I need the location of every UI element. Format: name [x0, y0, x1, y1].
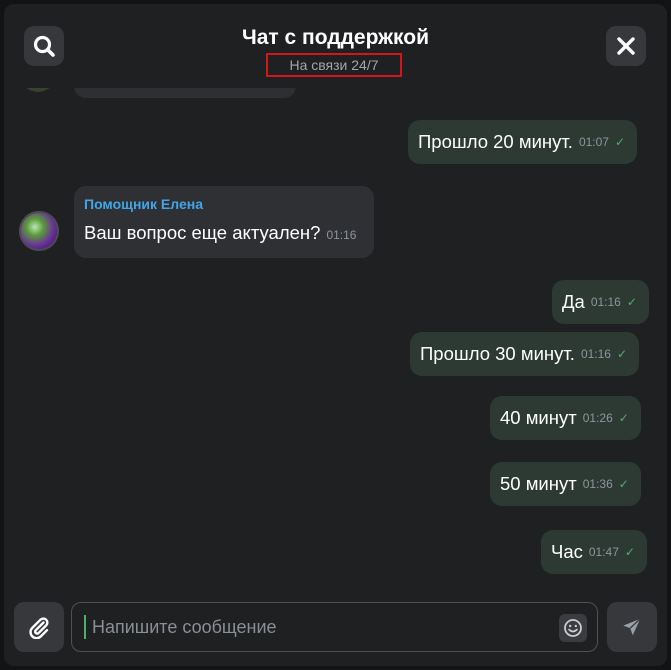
message-bubble-outgoing[interactable]: Да 01:16 ✓	[552, 280, 649, 324]
chat-window: Прошло 20 минут. 01:07 ✓ Помощник Елена …	[4, 4, 667, 666]
message-time: 01:07	[578, 135, 609, 149]
paperclip-icon	[29, 617, 49, 639]
status-subtitle: На связи 24/7	[289, 57, 379, 73]
avatar[interactable]	[19, 211, 59, 251]
read-check-icon: ✓	[624, 545, 635, 559]
message-text: Да	[562, 291, 585, 312]
message-text: Прошло 30 минут.	[420, 343, 575, 364]
message-time: 01:26	[582, 411, 613, 425]
message-bubble-outgoing[interactable]: Прошло 20 минут. 01:07 ✓	[408, 120, 638, 164]
send-icon	[623, 618, 641, 636]
status-highlight: На связи 24/7	[266, 53, 402, 77]
read-check-icon: ✓	[616, 347, 628, 361]
message-time: 01:47	[588, 545, 619, 559]
message-bubble-outgoing[interactable]: Час 01:47 ✓	[541, 530, 647, 574]
read-check-icon: ✓	[618, 411, 629, 425]
message-time: 01:16	[590, 295, 621, 309]
message-text: Прошло 20 минут.	[418, 131, 573, 152]
message-text: Ваш вопрос еще актуален?	[84, 222, 321, 243]
read-check-icon: ✓	[626, 295, 637, 309]
message-text: 40 минут	[500, 407, 577, 428]
emoji-icon	[564, 619, 582, 637]
chat-header: Чат с поддержкой На связи 24/7	[4, 4, 667, 88]
message-bubble-outgoing[interactable]: Прошло 30 минут. 01:16 ✓	[410, 332, 640, 376]
message-bubble-incoming[interactable]: Помощник Елена Ваш вопрос еще актуален? …	[74, 186, 374, 258]
sender-name[interactable]: Помощник Елена	[84, 196, 362, 212]
close-button[interactable]	[606, 26, 646, 66]
attach-button[interactable]	[14, 602, 64, 652]
read-check-icon: ✓	[614, 135, 626, 149]
close-icon	[617, 37, 635, 55]
emoji-button[interactable]	[559, 614, 587, 642]
message-text: 50 минут	[500, 473, 577, 494]
message-bubble-outgoing[interactable]: 40 минут 01:26 ✓	[490, 396, 641, 440]
message-time: 01:16	[580, 347, 611, 361]
composer	[4, 596, 667, 666]
message-time: 01:16	[326, 228, 357, 242]
message-field[interactable]	[71, 602, 598, 652]
message-text: Час	[551, 541, 583, 562]
message-input[interactable]	[84, 615, 544, 639]
read-check-icon: ✓	[618, 477, 629, 491]
message-time: 01:36	[582, 477, 613, 491]
message-bubble-outgoing[interactable]: 50 минут 01:36 ✓	[490, 462, 641, 506]
send-button[interactable]	[607, 602, 657, 652]
page-title: Чат с поддержкой	[241, 26, 430, 49]
message-list[interactable]: Прошло 20 минут. 01:07 ✓ Помощник Елена …	[4, 4, 667, 596]
